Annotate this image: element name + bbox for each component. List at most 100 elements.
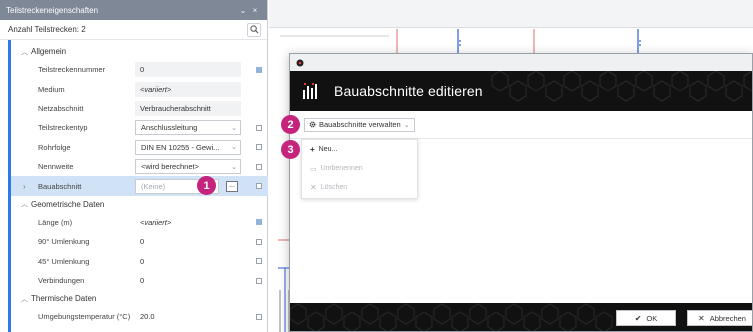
property-value[interactable]: 0 bbox=[135, 273, 241, 288]
select-value: DIN EN 10255 - Gewi... bbox=[141, 142, 220, 152]
hexagon-pattern bbox=[491, 71, 752, 102]
property-checkbox[interactable] bbox=[256, 183, 262, 190]
property-row-netzabschnitt: Netzabschnitt Verbraucherabschnitt bbox=[11, 99, 268, 118]
property-value[interactable]: <variiert> bbox=[135, 215, 241, 230]
section-geometrische-daten[interactable]: ︿ Geometrische Daten bbox=[11, 196, 268, 213]
property-row-teilstreckentyp: Teilstreckentyp Anschlussleitung ⌄ bbox=[11, 118, 268, 137]
search-button[interactable] bbox=[247, 22, 261, 37]
collapse-icon[interactable]: ⌄ bbox=[237, 6, 249, 15]
rename-icon: ▭ bbox=[310, 165, 317, 173]
property-key: Umgebungstemperatur (°C) bbox=[38, 312, 131, 322]
step-badge-3: 3 bbox=[281, 140, 300, 159]
property-key: Nennweite bbox=[38, 162, 74, 172]
dialog-footer: ✔ OK ✕ Abbrechen bbox=[290, 303, 752, 331]
property-key: Rohrfolge bbox=[38, 142, 71, 152]
property-row-45-umlenkung: 45° Umlenkung 0 bbox=[11, 252, 268, 271]
bauabschnitte-dialog: Bauabschnitte editieren Bauabschnitte ve… bbox=[289, 53, 753, 332]
section-allgemein[interactable]: ︿ Allgemein bbox=[11, 43, 268, 60]
property-value: 0 bbox=[135, 62, 241, 78]
dialog-titlebar bbox=[290, 54, 752, 71]
property-key: Medium bbox=[38, 84, 65, 94]
app-screen: Teilstreckeneigenschaften ⌄ × Anzahl Tei… bbox=[0, 0, 753, 332]
section-label: Thermische Daten bbox=[31, 294, 97, 304]
button-label: OK bbox=[646, 313, 658, 323]
section-thermische-daten[interactable]: ︿ Thermische Daten bbox=[11, 290, 268, 307]
dialog-toolbar: Bauabschnitte verwalten ⌄ bbox=[290, 111, 752, 139]
property-row-medium: Medium <variiert> bbox=[11, 79, 268, 98]
properties-panel: Teilstreckeneigenschaften ⌄ × Anzahl Tei… bbox=[0, 0, 268, 332]
property-checkbox[interactable] bbox=[256, 277, 262, 284]
menu-item-rename[interactable]: ▭ Umbenennen bbox=[302, 159, 417, 178]
menu-item-new[interactable]: + Neu... bbox=[302, 140, 417, 159]
step-badge-2: 2 bbox=[281, 115, 300, 134]
property-row-nennweite: Nennweite <wird berechnet> ⌄ bbox=[11, 157, 268, 176]
chevron-down-icon: ⌄ bbox=[403, 121, 410, 129]
teilstreckentyp-select[interactable]: Anschlussleitung ⌄ bbox=[135, 120, 241, 136]
plus-icon: + bbox=[310, 145, 315, 154]
search-icon bbox=[249, 25, 258, 34]
dialog-banner: Bauabschnitte editieren bbox=[290, 71, 752, 111]
menu-item-label: Neu... bbox=[318, 146, 338, 153]
property-checkbox[interactable] bbox=[256, 219, 262, 226]
menu-item-delete[interactable]: ✕ Löschen bbox=[302, 178, 417, 197]
delete-icon: ✕ bbox=[310, 183, 317, 192]
close-icon[interactable]: × bbox=[249, 6, 261, 15]
hexagon-pattern bbox=[290, 303, 613, 331]
menu-item-label: Umbenennen bbox=[320, 165, 363, 172]
property-row-bauabschnitt[interactable]: › Bauabschnitt (Keine) ... 1 bbox=[11, 176, 268, 196]
section-label: Geometrische Daten bbox=[31, 199, 105, 209]
section-label: Allgemein bbox=[31, 47, 67, 56]
property-row-90-umlenkung: 90° Umlenkung 0 bbox=[11, 232, 268, 251]
property-key: 45° Umlenkung bbox=[38, 256, 90, 266]
dialog-title: Bauabschnitte editieren bbox=[334, 83, 483, 99]
button-label: Abbrechen bbox=[709, 313, 746, 323]
property-value[interactable]: 0 bbox=[135, 234, 241, 249]
property-key: Teilstreckennummer bbox=[38, 65, 106, 75]
property-value[interactable]: 0 bbox=[135, 254, 241, 269]
cancel-button[interactable]: ✕ Abbrechen bbox=[687, 310, 752, 326]
chevron-up-icon: ︿ bbox=[21, 295, 28, 303]
rohrfolge-select[interactable]: DIN EN 10255 - Gewi... ⌄ bbox=[135, 139, 241, 155]
property-key: Netzabschnitt bbox=[38, 103, 84, 113]
property-row-laenge: Länge (m) <variiert> bbox=[11, 213, 268, 232]
field-value: (Keine) bbox=[141, 181, 166, 191]
nennweite-select[interactable]: <wird berechnet> ⌄ bbox=[135, 159, 241, 175]
chevron-down-icon: ⌄ bbox=[231, 144, 237, 152]
property-checkbox[interactable] bbox=[256, 163, 262, 170]
chevron-right-icon[interactable]: › bbox=[23, 182, 26, 191]
property-key: Verbindungen bbox=[38, 276, 85, 286]
bauabschnitt-logo-icon bbox=[303, 83, 317, 99]
gear-icon bbox=[309, 121, 316, 128]
property-row-umgebungstemperatur: Umgebungstemperatur (°C) 20.0 bbox=[11, 307, 268, 326]
ellipsis-button[interactable]: ... bbox=[226, 180, 238, 192]
property-checkbox[interactable] bbox=[256, 258, 262, 265]
property-checkbox[interactable] bbox=[256, 124, 262, 131]
property-row-rohrfolge: Rohrfolge DIN EN 10255 - Gewi... ⌄ bbox=[11, 138, 268, 157]
chevron-down-icon: ⌄ bbox=[231, 163, 237, 171]
property-key: 90° Umlenkung bbox=[38, 237, 90, 247]
chevron-up-icon: ︿ bbox=[21, 48, 28, 56]
property-value[interactable]: 20.0 bbox=[135, 309, 241, 324]
selection-count-label: Anzahl Teilstrecken: 2 bbox=[8, 25, 86, 34]
property-checkbox[interactable] bbox=[256, 238, 262, 245]
close-icon: ✕ bbox=[698, 313, 705, 323]
property-checkbox[interactable] bbox=[256, 66, 262, 73]
property-key: Bauabschnitt bbox=[38, 181, 82, 191]
button-label: Bauabschnitte verwalten bbox=[319, 120, 401, 129]
property-checkbox[interactable] bbox=[256, 144, 262, 151]
ok-button[interactable]: ✔ OK bbox=[616, 310, 676, 326]
select-value: Anschlussleitung bbox=[141, 123, 198, 133]
property-value: Verbraucherabschnitt bbox=[135, 100, 241, 116]
chevron-down-icon: ⌄ bbox=[231, 124, 237, 132]
bauabschnitte-verwalten-button[interactable]: Bauabschnitte verwalten ⌄ bbox=[304, 117, 415, 132]
panel-title: Teilstreckeneigenschaften bbox=[6, 5, 99, 15]
verwalten-dropdown-menu: + Neu... ▭ Umbenennen ✕ Löschen bbox=[301, 139, 418, 199]
select-value: <wird berechnet> bbox=[141, 162, 199, 172]
selection-count-row: Anzahl Teilstrecken: 2 bbox=[0, 20, 267, 40]
property-checkbox[interactable] bbox=[256, 313, 262, 320]
checkmark-icon: ✔ bbox=[634, 313, 642, 323]
menu-item-label: Löschen bbox=[320, 184, 348, 191]
property-row-teilstreckennummer: Teilstreckennummer 0 bbox=[11, 60, 268, 79]
property-row-verbindungen: Verbindungen 0 bbox=[11, 271, 268, 290]
panel-titlebar: Teilstreckeneigenschaften ⌄ × bbox=[0, 0, 267, 20]
